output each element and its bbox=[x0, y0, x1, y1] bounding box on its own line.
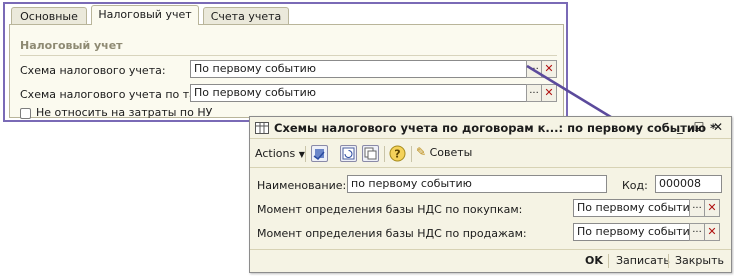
tare-scheme-field[interactable]: По первому событию bbox=[190, 84, 527, 102]
vat-sales-select-button[interactable]: ... bbox=[689, 223, 705, 241]
tab-body: Налоговый учет Схема налогового учета: П… bbox=[9, 24, 564, 119]
scheme-label: Схема налогового учета: bbox=[20, 64, 166, 77]
dialog-content: Наименование: по первому событию Код: 00… bbox=[250, 169, 731, 249]
actions-menu[interactable]: Actions ▼ bbox=[255, 147, 305, 160]
vat-sales-field[interactable]: По первому событию bbox=[573, 223, 690, 241]
close-icon: ✕ bbox=[707, 225, 717, 238]
copy-icon[interactable] bbox=[362, 145, 379, 162]
close-icon: ✕ bbox=[707, 201, 717, 214]
svg-text:?: ? bbox=[394, 148, 400, 161]
tab-tax-accounting[interactable]: Налоговый учет bbox=[91, 5, 199, 25]
close-button[interactable]: Закрыть bbox=[675, 254, 724, 267]
toolbar-separator bbox=[384, 146, 385, 162]
scheme-select-button[interactable]: ... bbox=[526, 60, 542, 78]
dialog-title: Схемы налогового учета по договорам к...… bbox=[274, 121, 717, 135]
tax-schemes-dialog: Схемы налогового учета по договорам к...… bbox=[249, 116, 732, 273]
save-and-close-icon[interactable] bbox=[311, 145, 328, 162]
dialog-footer: OK Записать Закрыть bbox=[250, 249, 731, 272]
tab-main[interactable]: Основные bbox=[11, 7, 87, 25]
table-icon bbox=[255, 122, 269, 134]
close-icon: ✕ bbox=[712, 120, 724, 134]
close-window-button[interactable]: ✕ bbox=[711, 120, 725, 134]
vat-sales-label: Момент определения базы НДС по продажам: bbox=[257, 227, 527, 240]
chevron-down-icon: ▼ bbox=[298, 150, 305, 159]
vat-purchases-label: Момент определения базы НДС по покупкам: bbox=[257, 203, 523, 216]
advice-button[interactable]: ✎ Советы bbox=[416, 145, 472, 159]
name-field[interactable]: по первому событию bbox=[347, 175, 607, 193]
advice-label: Советы bbox=[429, 146, 473, 159]
scheme-clear-button[interactable]: ✕ bbox=[541, 60, 557, 78]
maximize-icon: ☐ bbox=[693, 120, 705, 134]
code-label: Код: bbox=[622, 179, 648, 192]
tax-settings-panel: Основные Налоговый учет Счета учета Нало… bbox=[3, 2, 568, 122]
scheme-field[interactable]: По первому событию bbox=[190, 60, 527, 78]
toolbar-separator bbox=[305, 146, 306, 162]
vat-sales-clear-button[interactable]: ✕ bbox=[704, 223, 720, 241]
lightbulb-icon: ✎ bbox=[416, 145, 427, 159]
title-bar: Схемы налогового учета по договорам к...… bbox=[250, 117, 731, 139]
tare-select-button[interactable]: ... bbox=[526, 84, 542, 102]
minimize-button[interactable]: _ bbox=[673, 120, 687, 134]
save-button[interactable]: Записать bbox=[616, 254, 670, 267]
tare-clear-button[interactable]: ✕ bbox=[541, 84, 557, 102]
vat-purchases-select-button[interactable]: ... bbox=[689, 199, 705, 217]
footer-separator bbox=[608, 254, 609, 268]
footer-separator bbox=[668, 254, 669, 268]
toolbar-separator bbox=[411, 146, 412, 162]
maximize-button[interactable]: ☐ bbox=[692, 120, 706, 134]
reread-icon[interactable] bbox=[340, 145, 357, 162]
close-icon: ✕ bbox=[544, 86, 554, 99]
actions-label: Actions bbox=[255, 147, 296, 160]
vat-purchases-field[interactable]: По первому событию bbox=[573, 199, 690, 217]
vat-purchases-clear-button[interactable]: ✕ bbox=[704, 199, 720, 217]
help-icon[interactable]: ? bbox=[389, 145, 406, 162]
section-title: Налоговый учет bbox=[20, 39, 123, 52]
name-label: Наименование: bbox=[257, 179, 347, 192]
no-expense-checkbox[interactable] bbox=[20, 108, 31, 119]
section-divider bbox=[20, 55, 557, 56]
tare-scheme-label: Схема налогового учета по таре: bbox=[20, 88, 214, 101]
minimize-icon: _ bbox=[677, 120, 683, 134]
close-icon: ✕ bbox=[544, 62, 554, 75]
toolbar: Actions ▼ ? ✎ Советы bbox=[250, 140, 731, 168]
no-expense-label: Не относить на затраты по НУ bbox=[36, 106, 213, 119]
ok-button[interactable]: OK bbox=[585, 254, 603, 267]
code-field[interactable]: 000008 bbox=[655, 175, 722, 193]
tab-accounts[interactable]: Счета учета bbox=[203, 7, 289, 25]
